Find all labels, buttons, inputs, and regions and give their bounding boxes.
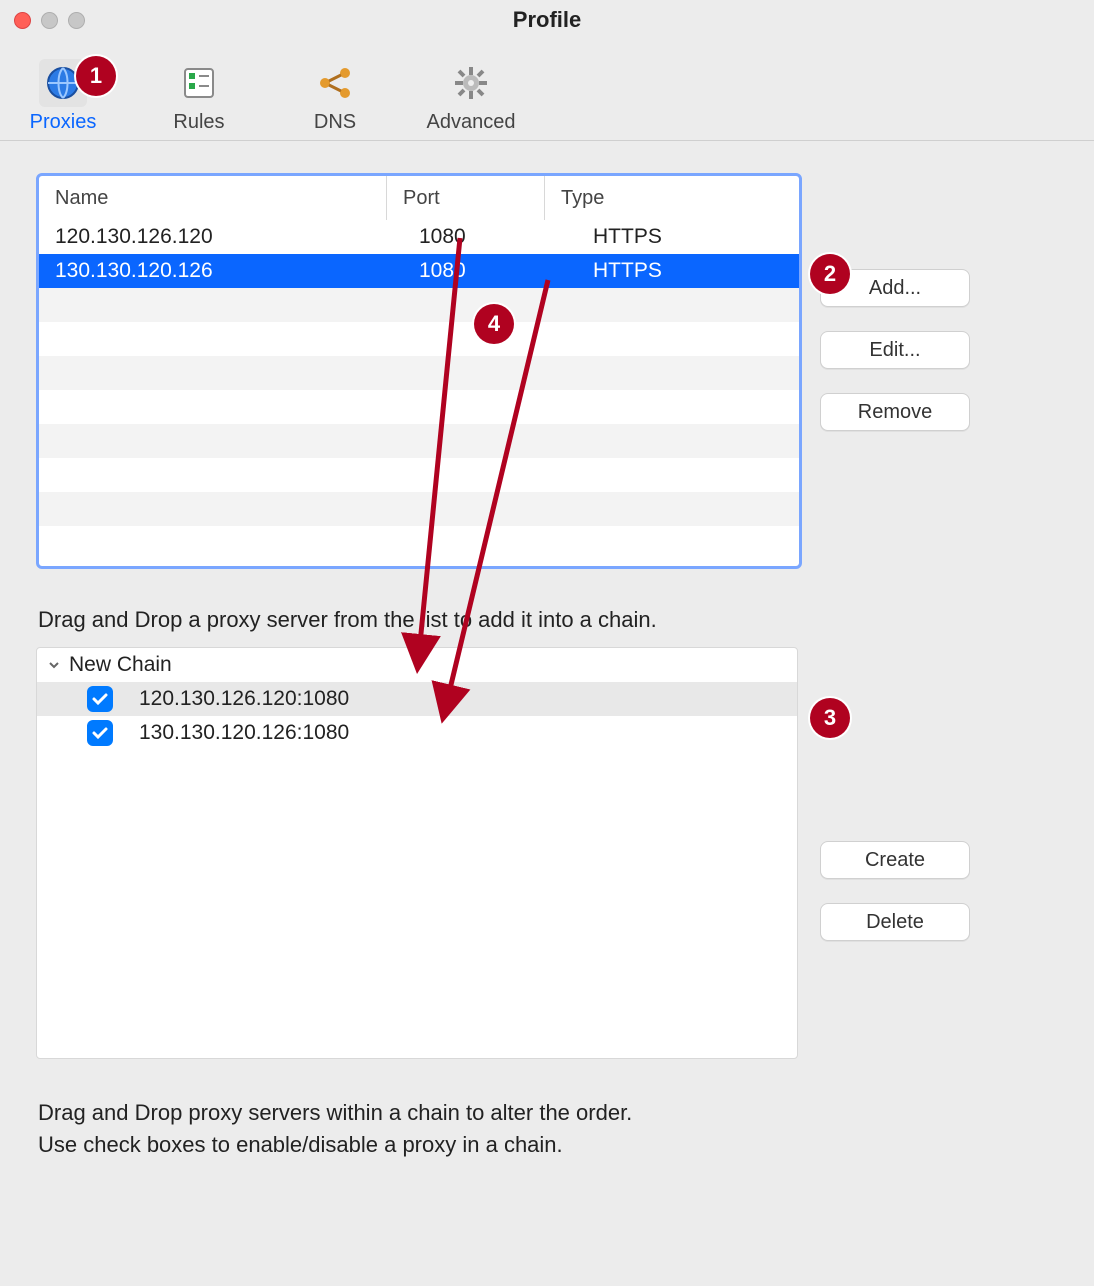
tab-proxies[interactable]: Proxies [18,59,108,134]
table-row[interactable] [39,492,799,526]
share-icon [311,59,359,107]
checkbox-icon[interactable] [87,686,113,712]
tab-rules[interactable]: Rules [154,59,244,134]
cell-name: 130.130.120.126 [39,259,403,283]
tab-label: Rules [173,111,224,134]
footer-line-1: Drag and Drop proxy servers within a cha… [38,1097,1066,1129]
window-title: Profile [0,7,1094,33]
table-row[interactable] [39,288,799,322]
table-row[interactable] [39,390,799,424]
footer-line-2: Use check boxes to enable/disable a prox… [38,1129,1066,1161]
create-button[interactable]: Create [820,841,970,879]
maximize-icon[interactable] [68,12,85,29]
tab-dns[interactable]: DNS [290,59,380,134]
chain-actions: Create Delete [820,841,970,941]
chain-list[interactable]: New Chain 120.130.126.120:1080 130.130.1… [36,647,798,1059]
chain-header[interactable]: New Chain [37,648,797,682]
column-type[interactable]: Type [545,176,799,220]
profile-window: Profile Proxies Rules DNS Advanced [0,0,1094,1286]
toolbar: Proxies Rules DNS Advanced [0,40,1094,141]
titlebar: Profile [0,0,1094,40]
table-row[interactable] [39,424,799,458]
table-body: 120.130.126.120 1080 HTTPS 130.130.120.1… [39,220,799,560]
tab-label: Advanced [427,111,516,134]
footer-text: Drag and Drop proxy servers within a cha… [38,1097,1066,1161]
add-button[interactable]: Add... [820,269,970,307]
chain-title: New Chain [69,653,172,677]
content-area: Name Port Type 120.130.126.120 1080 HTTP… [0,141,1094,1161]
checkbox-icon[interactable] [87,720,113,746]
tab-advanced[interactable]: Advanced [426,59,516,134]
delete-button[interactable]: Delete [820,903,970,941]
chain-item[interactable]: 120.130.126.120:1080 [37,682,797,716]
cell-type: HTTPS [577,259,799,283]
list-icon [175,59,223,107]
chevron-down-icon[interactable] [47,658,61,672]
tab-label: DNS [314,111,356,134]
minimize-icon[interactable] [41,12,58,29]
chain-item-label: 120.130.126.120:1080 [139,687,349,711]
table-row[interactable] [39,356,799,390]
table-header: Name Port Type [39,176,799,220]
proxy-table[interactable]: Name Port Type 120.130.126.120 1080 HTTP… [36,173,802,569]
edit-button[interactable]: Edit... [820,331,970,369]
tab-label: Proxies [30,111,97,134]
column-port[interactable]: Port [387,176,545,220]
gear-icon [447,59,495,107]
table-row[interactable] [39,526,799,560]
cell-name: 120.130.126.120 [39,225,403,249]
table-row[interactable] [39,458,799,492]
chain-item-label: 130.130.120.126:1080 [139,721,349,745]
drag-hint: Drag and Drop a proxy server from the li… [38,607,1066,633]
table-row[interactable] [39,322,799,356]
chain-item[interactable]: 130.130.120.126:1080 [37,716,797,750]
table-row[interactable]: 130.130.120.126 1080 HTTPS [39,254,799,288]
globe-icon [39,59,87,107]
proxy-actions: Add... Edit... Remove [820,269,970,431]
close-icon[interactable] [14,12,31,29]
cell-type: HTTPS [577,225,799,249]
column-name[interactable]: Name [39,176,387,220]
remove-button[interactable]: Remove [820,393,970,431]
table-row[interactable]: 120.130.126.120 1080 HTTPS [39,220,799,254]
cell-port: 1080 [403,225,577,249]
window-controls [14,12,85,29]
cell-port: 1080 [403,259,577,283]
